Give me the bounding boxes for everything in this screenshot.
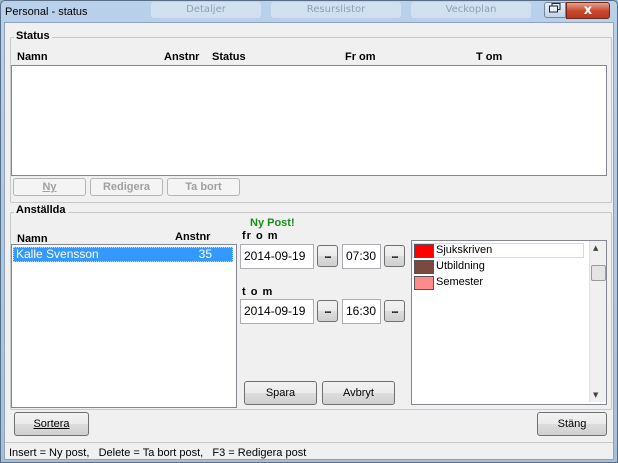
client-area: Status Namn Anstnr Status Fr om T om Ny … bbox=[4, 22, 614, 460]
status-col-status[interactable]: Status bbox=[212, 51, 246, 63]
status-col-anstnr[interactable]: Anstnr bbox=[164, 51, 199, 63]
employee-number: 35 bbox=[198, 247, 212, 261]
color-swatch-semester bbox=[414, 276, 434, 290]
cancel-button[interactable]: Avbryt bbox=[322, 381, 395, 405]
status-type-label: Semester bbox=[436, 276, 484, 288]
to-time-picker-button[interactable]: ... bbox=[384, 300, 405, 322]
to-time-field[interactable]: 16:30 bbox=[342, 299, 381, 324]
restore-icon bbox=[549, 3, 561, 16]
status-list[interactable] bbox=[11, 65, 607, 176]
color-swatch-sjukskriven bbox=[414, 244, 434, 258]
close-button[interactable]: Stäng bbox=[537, 412, 607, 436]
bg-tab: Resurslistor bbox=[271, 2, 401, 18]
from-time-field[interactable]: 07:30 bbox=[342, 244, 381, 269]
edit-status-button[interactable]: Redigera bbox=[90, 178, 163, 196]
new-post-indicator: Ny Post! bbox=[250, 217, 295, 229]
status-col-to[interactable]: T om bbox=[476, 51, 502, 63]
sort-button[interactable]: Sortera bbox=[14, 412, 89, 436]
scroll-down-arrow-icon[interactable]: ▼ bbox=[593, 391, 598, 399]
window-title: Personal - status bbox=[5, 6, 88, 18]
scroll-up-arrow-icon[interactable]: ▲ bbox=[593, 244, 598, 252]
employee-col-anstnr[interactable]: Anstnr bbox=[175, 231, 210, 243]
edit-status-label: Redigera bbox=[102, 181, 151, 193]
scrollbar-thumb[interactable] bbox=[591, 265, 606, 281]
status-type-scrollbar[interactable]: ▲ ▼ bbox=[589, 241, 606, 402]
from-label: fr o m bbox=[242, 230, 279, 242]
restore-button[interactable] bbox=[544, 2, 566, 18]
status-bar-divider bbox=[5, 442, 613, 443]
status-type-list[interactable]: Sjukskriven Utbildning Semester ▲ ▼ bbox=[411, 240, 607, 405]
save-button[interactable]: Spara bbox=[244, 381, 317, 405]
app-window: Detaljer Resurslistor Veckoplan Personal… bbox=[0, 0, 618, 463]
delete-status-label: Ta bort bbox=[185, 181, 222, 193]
color-swatch-utbildning bbox=[414, 260, 434, 274]
sort-label: Sortera bbox=[33, 418, 70, 430]
from-time-picker-button[interactable]: ... bbox=[384, 245, 405, 267]
employee-list[interactable]: Kalle Svensson 35 bbox=[11, 244, 237, 408]
to-date-field[interactable]: 2014-09-19 bbox=[240, 299, 314, 324]
status-type-label: Utbildning bbox=[436, 260, 485, 272]
close-window-button[interactable]: x bbox=[566, 2, 610, 19]
anstallda-group-title: Anställda bbox=[14, 204, 68, 216]
delete-status-button[interactable]: Ta bort bbox=[167, 178, 240, 196]
background-taskbar-tabs: Detaljer Resurslistor Veckoplan bbox=[151, 2, 531, 19]
from-date-picker-button[interactable]: ... bbox=[317, 245, 338, 267]
new-status-label: Ny bbox=[42, 181, 57, 193]
bg-tab: Detaljer bbox=[151, 2, 261, 18]
new-status-button[interactable]: Ny bbox=[13, 178, 86, 196]
from-date-field[interactable]: 2014-09-19 bbox=[240, 244, 314, 269]
bg-tab: Veckoplan bbox=[411, 2, 531, 18]
employee-row[interactable]: Kalle Svensson 35 bbox=[13, 247, 233, 262]
close-icon: x bbox=[583, 3, 593, 18]
to-label: t o m bbox=[242, 286, 274, 298]
status-bar-text: Insert = Ny post, Delete = Ta bort post,… bbox=[9, 447, 307, 459]
status-col-namn[interactable]: Namn bbox=[17, 51, 48, 63]
status-col-from[interactable]: Fr om bbox=[345, 51, 376, 63]
status-type-label: Sjukskriven bbox=[436, 244, 493, 256]
status-group-title: Status bbox=[14, 30, 52, 42]
to-date-picker-button[interactable]: ... bbox=[317, 300, 338, 322]
employee-name: Kalle Svensson bbox=[16, 247, 99, 261]
